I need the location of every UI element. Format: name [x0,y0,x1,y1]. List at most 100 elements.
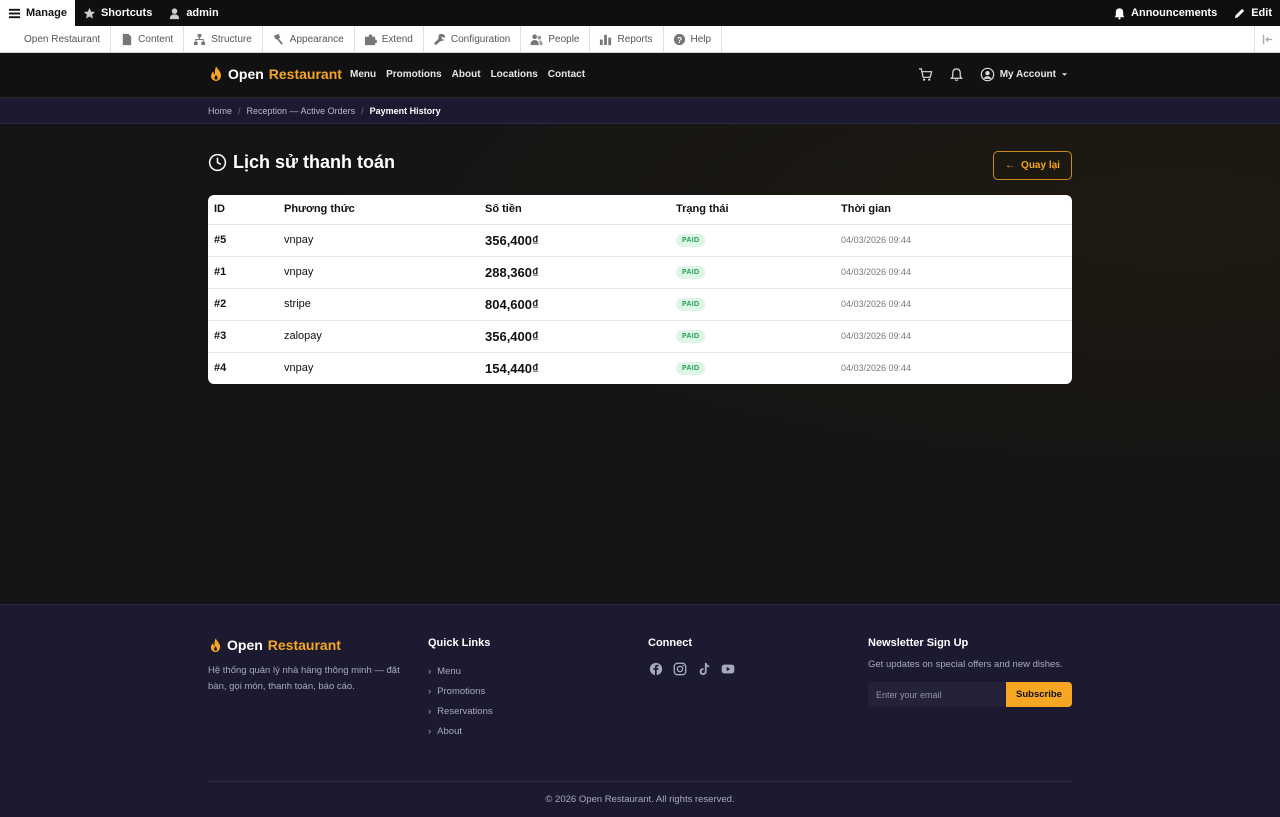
tray-item-site[interactable]: Open Restaurant [0,26,112,52]
toolbar-announcements[interactable]: Announcements [1105,0,1225,26]
clock-history-icon [208,153,227,172]
status-badge: PAID [676,234,706,247]
cell-status: PAID [670,224,835,257]
user-circle-icon [980,67,995,82]
chevron-right-icon: › [428,685,432,697]
tray-orientation-toggle[interactable] [1254,26,1280,52]
footer-logo-restaurant: Restaurant [267,637,341,653]
tray-item-label: Open Restaurant [24,33,101,45]
table-row[interactable]: #2 stripe 804,600₫ PAID 04/03/2026 09:44 [208,288,1072,321]
tray-item-help[interactable]: ? Help [664,26,723,52]
instagram-icon[interactable] [672,661,687,676]
admin-toolbar-tray: Open Restaurant Content Structure Appear… [0,26,1280,53]
chevron-right-icon: › [428,705,432,717]
chevron-right-icon: › [428,665,432,677]
svg-text:?: ? [676,34,681,44]
footer-link-reservations[interactable]: › Reservations [428,701,493,721]
youtube-icon[interactable] [720,661,735,676]
bell-icon [1113,7,1126,20]
cell-amount: 154,440₫ [485,360,539,376]
tray-item-label: Configuration [450,33,511,45]
site-logo[interactable]: Open Restaurant [208,66,342,82]
nav-about[interactable]: About [452,69,481,80]
breadcrumb-current: Payment History [369,106,441,116]
nav-promotions[interactable]: Promotions [386,69,442,80]
status-badge: PAID [676,330,706,343]
newsletter-heading: Newsletter Sign Up [868,637,969,649]
nav-locations[interactable]: Locations [491,69,538,80]
people-icon [530,33,543,46]
cell-id: #2 [208,288,278,321]
table-row[interactable]: #5 vnpay 356,400₫ PAID 04/03/2026 09:44 [208,224,1072,257]
toolbar-shortcuts-label: Shortcuts [100,7,153,19]
tray-item-people[interactable]: People [521,26,591,52]
tray-item-label: Reports [617,33,653,45]
quick-links-heading: Quick Links [428,637,491,649]
copyright: © 2026 Open Restaurant. All rights reser… [545,794,735,805]
tray-item-structure[interactable]: Structure [184,26,263,52]
cell-method: vnpay [284,362,314,375]
tiktok-icon[interactable] [696,661,711,676]
breadcrumb-home[interactable]: Home [208,106,232,116]
wrench-icon [433,33,446,46]
table-header-row: ID Phương thức Số tiền Trạng thái Thời g… [208,195,1072,225]
footer-divider [208,781,1072,782]
tray-item-label: Structure [211,33,252,45]
nav-menu[interactable]: Menu [350,69,376,80]
account-menu[interactable]: My Account [980,67,1068,82]
footer-link-menu[interactable]: › Menu [428,661,493,681]
page-title: Lịch sử thanh toán [208,152,395,173]
tray-item-content[interactable]: Content [111,26,185,52]
status-badge: PAID [676,298,706,311]
newsletter-text: Get updates on special offers and new di… [868,659,1063,670]
col-header-amount[interactable]: Số tiền [479,195,670,225]
tray-item-reports[interactable]: Reports [590,26,664,52]
toolbar-edit[interactable]: Edit [1225,0,1280,26]
col-header-time[interactable]: Thời gian [835,195,1072,225]
cell-status: PAID [670,352,835,384]
cell-time: 04/03/2026 09:44 [835,256,1072,289]
tray-item-label: People [548,33,580,45]
tray-item-extend[interactable]: Extend [355,26,424,52]
table-row[interactable]: #3 zalopay 356,400₫ PAID 04/03/2026 09:4… [208,320,1072,353]
tray-item-label: Extend [381,33,413,45]
cell-time: 04/03/2026 09:44 [835,320,1072,353]
footer-quick-links: Quick Links › Menu › Promotions › Reservati… [428,637,493,741]
col-header-method[interactable]: Phương thức [278,195,479,225]
toolbar-user[interactable]: admin [160,0,226,26]
main-nav: Menu Promotions About Locations Contact [350,69,585,80]
table-row[interactable]: #1 vnpay 288,360₫ PAID 04/03/2026 09:44 [208,256,1072,289]
newsletter-email-input[interactable] [868,682,1006,707]
cell-amount: 804,600₫ [479,288,670,321]
footer-brand: Open Restaurant Hệ thống quản lý nhà hàn… [208,637,413,695]
footer-link-about[interactable]: › About [428,721,493,741]
notification-bell-icon[interactable] [949,67,964,82]
back-button[interactable]: ← Quay lại [993,151,1072,180]
cell-amount: 356,400₫ [479,320,670,353]
status-badge: PAID [676,266,706,279]
cell-id: #1 [208,256,278,289]
col-header-id[interactable]: ID [208,195,278,225]
footer-newsletter: Newsletter Sign Up Get updates on specia… [868,637,1072,707]
cart-icon[interactable] [918,67,933,82]
nav-contact[interactable]: Contact [548,69,585,80]
toolbar-shortcuts[interactable]: Shortcuts [75,0,160,26]
breadcrumb: Home / Reception — Active Orders / Payme… [0,98,1280,124]
flame-icon [208,66,223,82]
back-button-label: Quay lại [1021,160,1060,171]
tray-item-appearance[interactable]: Appearance [263,26,355,52]
footer-logo[interactable]: Open Restaurant [208,637,413,653]
footer-link-promotions[interactable]: › Promotions [428,681,493,701]
site-footer: Open Restaurant Hệ thống quản lý nhà hàn… [0,604,1280,817]
facebook-icon[interactable] [648,661,663,676]
flame-icon [208,638,222,653]
cell-status: PAID [670,256,835,289]
cell-amount: 288,360₫ [479,256,670,289]
page-title-text: Lịch sử thanh toán [233,152,396,172]
subscribe-button[interactable]: Subscribe [1006,682,1072,707]
tray-item-configuration[interactable]: Configuration [424,26,522,52]
toolbar-manage[interactable]: Manage [0,0,75,26]
table-row[interactable]: #4 vnpay 154,440₫ PAID 04/03/2026 09:44 [208,352,1072,384]
breadcrumb-parent[interactable]: Reception — Active Orders [247,106,356,116]
col-header-status[interactable]: Trạng thái [670,195,835,225]
